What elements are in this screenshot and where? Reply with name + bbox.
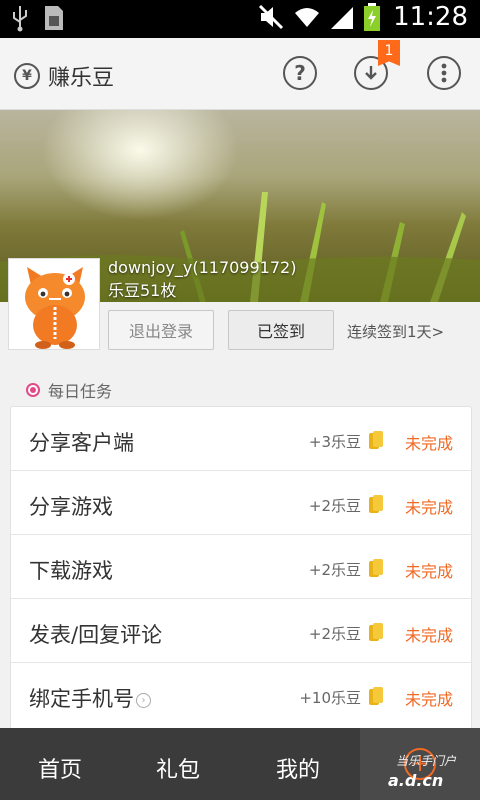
- clock: 11:28: [393, 2, 468, 32]
- task-list: 分享客户端 +3乐豆 未完成 分享游戏 +2乐豆 未完成 下载游戏 +2乐豆 未…: [10, 406, 472, 736]
- task-reward: +10乐豆: [299, 689, 361, 707]
- task-status: 未完成: [404, 434, 453, 453]
- task-reward: +2乐豆: [308, 561, 361, 579]
- mascot-avatar-icon: [25, 267, 85, 349]
- points-balance: 乐豆51枚: [108, 281, 177, 300]
- task-row[interactable]: 发表/回复评论 +2乐豆 未完成: [11, 599, 471, 663]
- coin-icon: [369, 559, 383, 577]
- signal-icon: [331, 7, 354, 29]
- task-name: 分享客户端: [29, 431, 134, 455]
- task-row[interactable]: 绑定手机号 › +10乐豆 未完成: [11, 663, 471, 727]
- task-reward: +2乐豆: [308, 497, 361, 515]
- task-name: 发表/回复评论: [29, 623, 163, 647]
- help-button[interactable]: ?: [283, 56, 317, 90]
- coin-icon: [369, 623, 383, 641]
- checked-in-button[interactable]: 已签到: [228, 310, 334, 350]
- status-bar: 11:28: [0, 0, 480, 38]
- task-row[interactable]: 分享游戏 +2乐豆 未完成: [11, 471, 471, 535]
- section-dot-icon: [26, 383, 40, 397]
- task-reward: +2乐豆: [308, 625, 361, 643]
- watermark-text: 当乐手门户: [396, 754, 457, 768]
- logout-button[interactable]: 退出登录: [108, 310, 214, 350]
- coin-icon: [369, 495, 383, 513]
- coin-icon: [369, 431, 383, 449]
- daily-tasks-header: 每日任务: [26, 378, 112, 402]
- username: downjoy_y(117099172): [108, 258, 297, 277]
- watermark-logo: a.d.cn: [388, 771, 444, 790]
- avatar[interactable]: [8, 258, 100, 350]
- more-menu-button[interactable]: [427, 56, 461, 90]
- nav-gift[interactable]: 礼包: [156, 752, 200, 784]
- mute-icon: [259, 4, 284, 30]
- task-status: 未完成: [404, 562, 453, 581]
- app-bar: ¥ 赚乐豆 ?: [0, 38, 480, 110]
- nav-mine[interactable]: 我的: [276, 752, 320, 784]
- task-status: 未完成: [404, 690, 453, 709]
- download-arrow-icon: [365, 66, 377, 80]
- task-status: 未完成: [404, 626, 453, 645]
- task-reward: +3乐豆: [308, 433, 361, 451]
- nav-home[interactable]: 首页: [38, 752, 82, 784]
- task-name: 绑定手机号 ›: [29, 683, 151, 713]
- battery-charging-icon: [364, 3, 381, 31]
- yen-icon: ¥: [14, 63, 40, 89]
- task-row[interactable]: 分享客户端 +3乐豆 未完成: [11, 407, 471, 471]
- sim-icon: [45, 6, 63, 30]
- section-title: 每日任务: [48, 382, 113, 401]
- task-name-text: 绑定手机号: [29, 687, 134, 711]
- task-row[interactable]: 下载游戏 +2乐豆 未完成: [11, 535, 471, 599]
- page-title: 赚乐豆: [48, 66, 115, 91]
- task-name: 分享游戏: [29, 495, 113, 519]
- coin-icon: [369, 687, 383, 705]
- chevron-right-icon: ›: [136, 692, 151, 708]
- vertical-dots-icon: [441, 63, 447, 83]
- task-name: 下载游戏: [29, 559, 113, 583]
- usb-icon: [13, 6, 27, 32]
- checkin-streak-link[interactable]: 连续签到1天>: [347, 321, 444, 342]
- task-status: 未完成: [404, 498, 453, 517]
- wifi-icon: [295, 8, 320, 27]
- app-brand: ¥ 赚乐豆: [14, 60, 114, 92]
